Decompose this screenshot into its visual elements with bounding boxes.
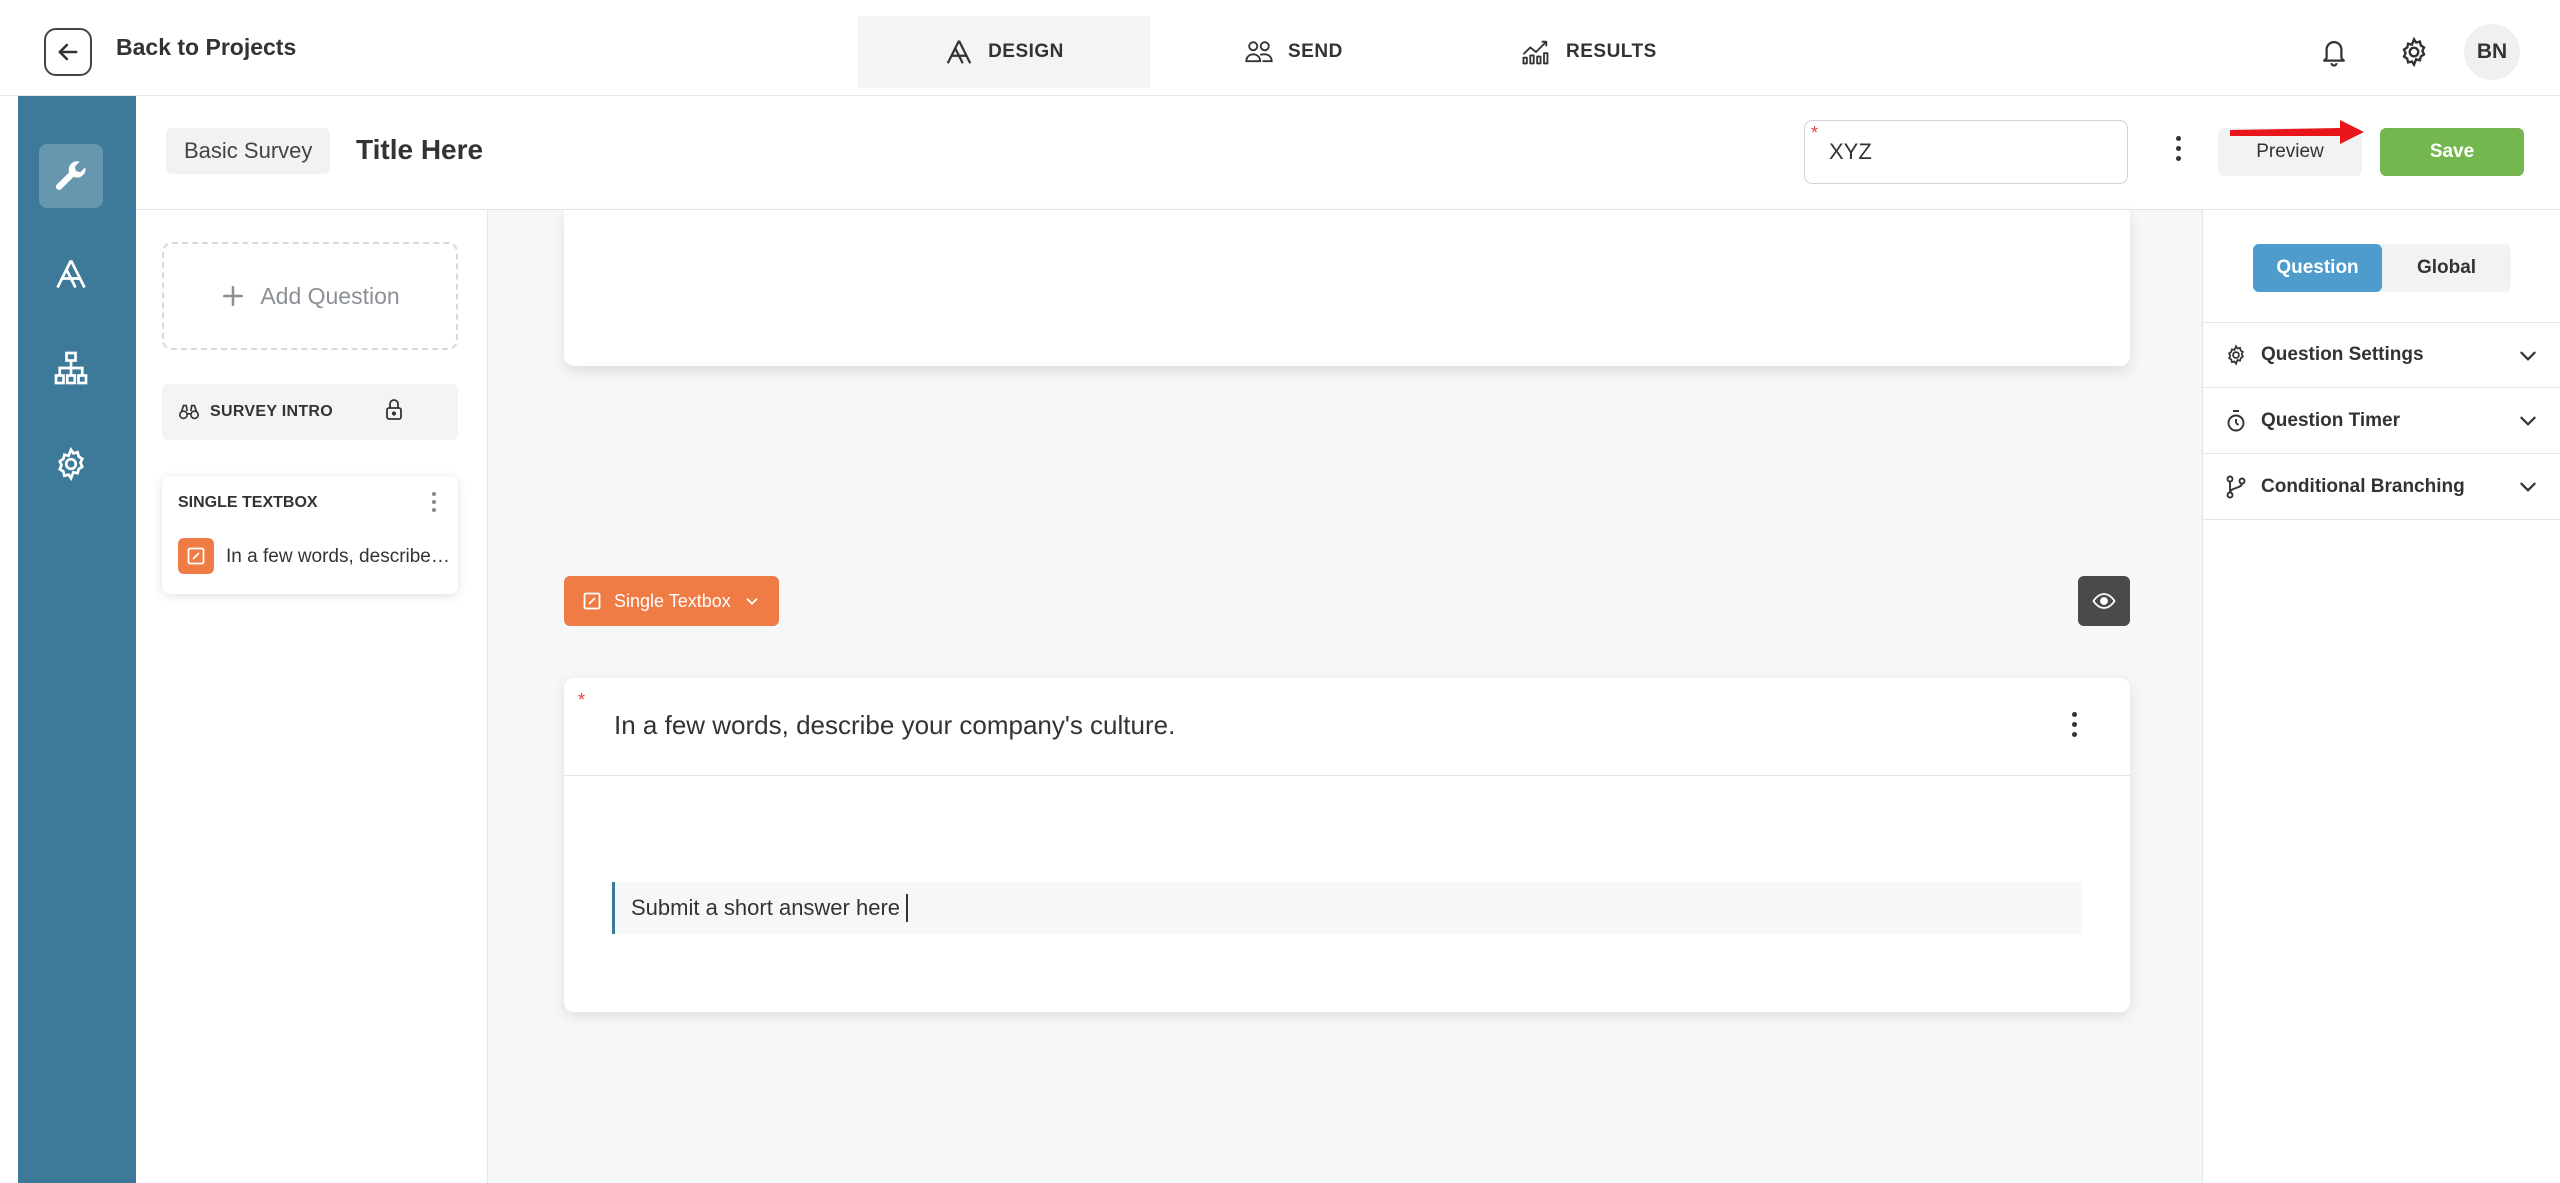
tab-send-label: SEND <box>1288 41 1343 62</box>
accordion-label: Question Settings <box>2261 344 2424 365</box>
question-text[interactable]: In a few words, describe your company's … <box>614 710 1175 741</box>
short-answer-input[interactable]: Submit a short answer here <box>612 882 2082 934</box>
top-bar: Back to Projects DESIGN SEND RESULTS BN <box>0 0 2560 96</box>
annotation-red-arrow <box>2230 120 2364 144</box>
left-icon-rail <box>18 96 136 1183</box>
required-asterisk: * <box>1811 123 1819 143</box>
tab-design[interactable]: DESIGN <box>858 16 1150 88</box>
question-type-label: SINGLE TEXTBOX <box>178 494 318 511</box>
gear-icon <box>2402 36 2426 68</box>
segment-global[interactable]: Global <box>2382 244 2511 292</box>
people-icon <box>1245 41 1273 63</box>
question-card-header: * In a few words, describe your company'… <box>564 678 2130 776</box>
textbox-type-icon <box>178 538 214 574</box>
tab-results-label: RESULTS <box>1566 41 1657 62</box>
arrow-left-icon <box>58 43 78 61</box>
wrench-icon <box>55 161 86 190</box>
previous-question-card <box>564 210 2130 366</box>
back-button[interactable] <box>44 28 92 76</box>
tab-design-label: DESIGN <box>988 41 1064 62</box>
tab-results[interactable]: RESULTS <box>1520 16 1657 88</box>
branch-icon <box>2226 475 2246 498</box>
design-icon <box>56 259 86 289</box>
notifications-button[interactable] <box>2310 28 2358 76</box>
survey-intro-label: SURVEY INTRO <box>210 403 334 420</box>
accordion-conditional-branching[interactable]: Conditional Branching <box>2203 454 2560 520</box>
survey-title[interactable]: Title Here <box>356 134 483 166</box>
back-to-projects-link[interactable]: Back to Projects <box>116 34 296 61</box>
question-item-more-icon[interactable] <box>432 492 436 512</box>
text-cursor <box>906 894 909 922</box>
question-list-item[interactable]: SINGLE TEXTBOX In a few words, describe … <box>162 476 458 594</box>
save-button[interactable]: Save <box>2380 128 2524 176</box>
chevron-down-icon <box>2520 416 2536 426</box>
chevron-down-icon <box>2520 351 2536 361</box>
preview-toggle-button[interactable] <box>2078 576 2130 626</box>
add-question-label: Add Question <box>260 282 400 309</box>
eye-icon <box>2092 593 2116 609</box>
survey-canvas: Single Textbox * In a few words, describ… <box>488 210 2202 1183</box>
header-more-icon[interactable] <box>2176 136 2181 161</box>
segment-question[interactable]: Question <box>2253 244 2382 292</box>
timer-icon <box>2227 409 2245 431</box>
rail-item-settings[interactable] <box>39 432 103 496</box>
required-asterisk: * <box>578 690 586 710</box>
rail-item-design[interactable] <box>39 242 103 306</box>
accordion-question-settings[interactable]: Question Settings <box>2203 322 2560 388</box>
bell-icon <box>2323 41 2345 67</box>
survey-type-badge: Basic Survey <box>166 128 331 174</box>
gear-icon <box>58 446 84 482</box>
app-root: Back to Projects DESIGN SEND RESULTS BN <box>0 0 2560 1183</box>
survey-name-input[interactable]: * XYZ <box>1804 120 2128 184</box>
chevron-down-icon <box>746 598 758 605</box>
question-preview-text: In a few words, describe your company's … <box>226 546 450 567</box>
question-list-panel: Add Question SURVEY INTRO SINGLE TEXTBOX… <box>136 210 488 1183</box>
survey-header: Basic Survey Title Here * XYZ Preview Sa… <box>136 96 2560 210</box>
scope-toggle: Question Global <box>2253 244 2511 292</box>
rail-item-logic[interactable] <box>39 336 103 400</box>
question-type-dropdown[interactable]: Single Textbox <box>564 576 779 626</box>
gear-icon <box>2228 344 2244 366</box>
lock-icon <box>386 399 402 420</box>
answer-placeholder: Submit a short answer here <box>631 895 901 920</box>
accordion-label: Conditional Branching <box>2261 475 2465 497</box>
question-more-icon[interactable] <box>2072 712 2077 737</box>
accordion-label: Question Timer <box>2261 409 2401 431</box>
binoculars-icon <box>179 404 199 420</box>
tab-send[interactable]: SEND <box>1244 16 1343 88</box>
settings-button[interactable] <box>2390 28 2438 76</box>
survey-name-value: XYZ <box>1829 139 1872 164</box>
add-question-button[interactable]: Add Question <box>162 242 458 350</box>
results-chart-icon <box>1522 40 1549 65</box>
textbox-type-icon <box>583 592 601 610</box>
accordion-question-timer[interactable]: Question Timer <box>2203 388 2560 454</box>
question-card: * In a few words, describe your company'… <box>564 678 2130 1012</box>
survey-intro-item[interactable]: SURVEY INTRO <box>162 384 458 440</box>
plus-icon <box>223 286 244 306</box>
question-type-label: Single Textbox <box>614 590 731 611</box>
user-avatar[interactable]: BN <box>2464 24 2520 80</box>
design-icon <box>946 40 972 64</box>
properties-panel: Question Global Question Settings Questi… <box>2202 210 2560 1183</box>
rail-item-tools[interactable] <box>39 144 103 208</box>
sitemap-icon <box>54 351 88 385</box>
chevron-down-icon <box>2520 482 2536 492</box>
